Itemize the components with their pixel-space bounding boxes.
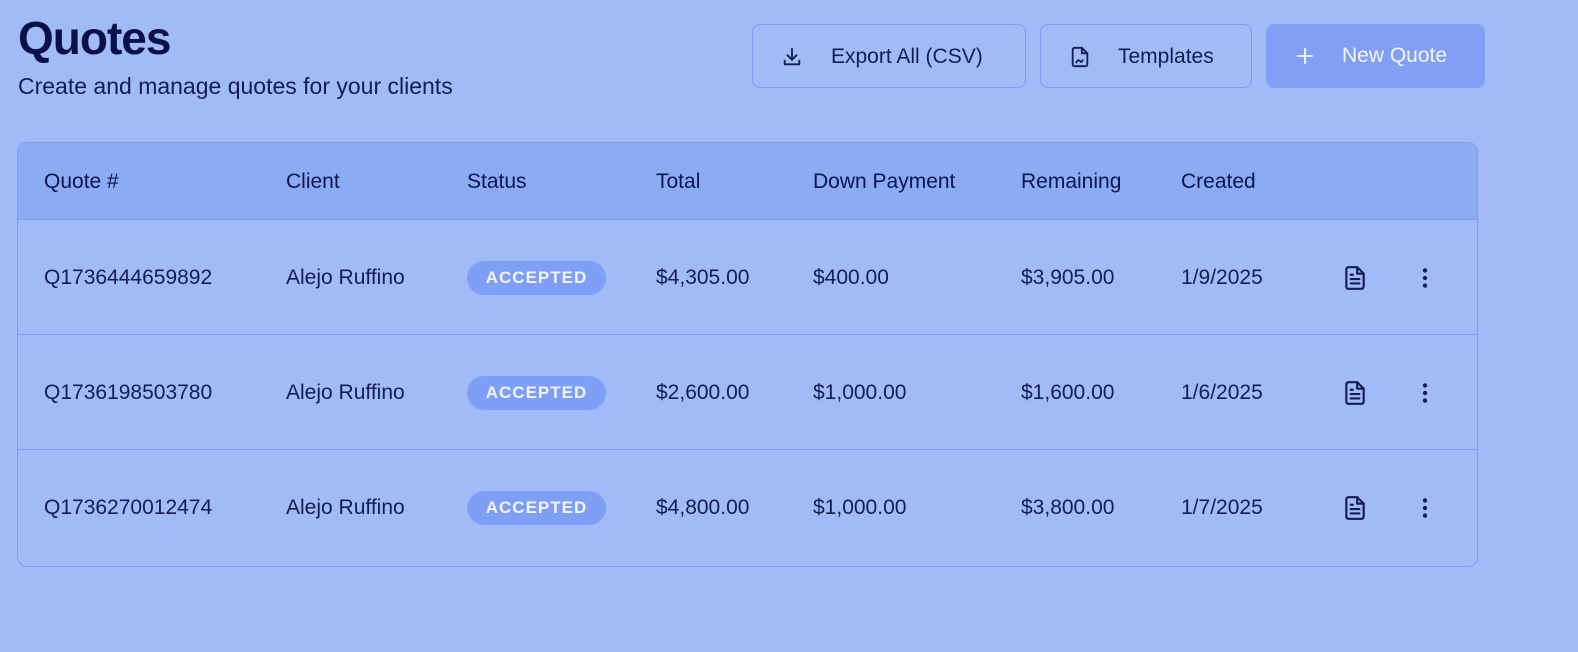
export-csv-label: Export All (CSV): [831, 45, 983, 68]
download-icon: [783, 47, 801, 66]
down-payment-amount: $1,000.00: [813, 496, 907, 519]
templates-label: Templates: [1118, 45, 1214, 68]
column-header-client[interactable]: Client: [286, 143, 340, 220]
client-name: Alejo Ruffino: [286, 496, 405, 519]
status-badge: ACCEPTED: [467, 376, 606, 410]
total-amount: $4,305.00: [656, 266, 750, 289]
total-amount: $2,600.00: [656, 381, 750, 404]
remaining-amount: $3,905.00: [1021, 266, 1115, 289]
client-name: Alejo Ruffino: [286, 266, 405, 289]
new-quote-button[interactable]: New Quote: [1266, 24, 1485, 88]
created-date: 1/6/2025: [1181, 381, 1263, 404]
export-csv-button[interactable]: Export All (CSV): [752, 24, 1026, 88]
created-date: 1/9/2025: [1181, 266, 1263, 289]
plus-icon: [1296, 47, 1314, 65]
quote-number: Q1736270012474: [44, 496, 213, 519]
quote-number: Q1736198503780: [44, 381, 213, 404]
created-date: 1/7/2025: [1181, 496, 1263, 519]
page-subtitle: Create and manage quotes for your client…: [18, 73, 453, 99]
document-icon[interactable]: [1342, 380, 1368, 406]
more-vertical-icon[interactable]: [1412, 495, 1438, 521]
column-header-created[interactable]: Created: [1181, 143, 1256, 220]
new-quote-label: New Quote: [1342, 44, 1448, 67]
more-vertical-icon[interactable]: [1412, 380, 1438, 406]
document-icon[interactable]: [1342, 495, 1368, 521]
table-row[interactable]: Q1736444659892 Alejo Ruffino ACCEPTED $4…: [18, 220, 1477, 335]
down-payment-amount: $400.00: [813, 266, 889, 289]
remaining-amount: $3,800.00: [1021, 496, 1115, 519]
total-amount: $4,800.00: [656, 496, 750, 519]
quote-number: Q1736444659892: [44, 266, 213, 289]
column-header-down-payment[interactable]: Down Payment: [813, 143, 955, 220]
status-badge: ACCEPTED: [467, 261, 606, 295]
quotes-page: Quotes Create and manage quotes for your…: [0, 0, 1578, 652]
column-header-total[interactable]: Total: [656, 143, 700, 220]
quotes-table: Quote # Client Status Total Down Payment…: [17, 142, 1478, 567]
table-row[interactable]: Q1736198503780 Alejo Ruffino ACCEPTED $2…: [18, 335, 1477, 450]
remaining-amount: $1,600.00: [1021, 381, 1115, 404]
page-title: Quotes: [18, 12, 171, 64]
file-signature-icon: [1071, 46, 1089, 68]
table-row[interactable]: Q1736270012474 Alejo Ruffino ACCEPTED $4…: [18, 450, 1477, 565]
more-vertical-icon[interactable]: [1412, 265, 1438, 291]
client-name: Alejo Ruffino: [286, 381, 405, 404]
down-payment-amount: $1,000.00: [813, 381, 907, 404]
table-header: Quote # Client Status Total Down Payment…: [18, 143, 1477, 220]
status-badge: ACCEPTED: [467, 491, 606, 525]
templates-button[interactable]: Templates: [1040, 24, 1252, 88]
column-header-quote-number[interactable]: Quote #: [44, 143, 119, 220]
document-icon[interactable]: [1342, 265, 1368, 291]
column-header-remaining[interactable]: Remaining: [1021, 143, 1121, 220]
column-header-status[interactable]: Status: [467, 143, 527, 220]
